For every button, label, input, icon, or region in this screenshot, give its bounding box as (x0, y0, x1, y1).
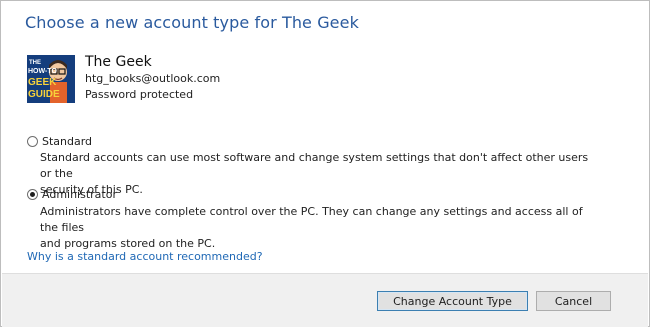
avatar-text-3: GEEK (28, 77, 57, 88)
standard-option[interactable]: Standard (27, 135, 92, 148)
standard-description-line-2: security of this PC. (40, 183, 143, 196)
user-name: The Geek (85, 54, 152, 70)
administrator-description: Administrators have complete control ove… (40, 204, 600, 252)
how-to-geek-guide-icon: THE HOW-TO GEEK GUIDE (27, 55, 75, 103)
administrator-option[interactable]: Administrator (27, 188, 117, 201)
standard-description: Standard accounts can use most software … (40, 150, 600, 198)
cancel-button[interactable]: Cancel (536, 291, 611, 311)
dialog-footer: Change Account Type Cancel (2, 273, 648, 327)
dialog-window: Choose a new account type for The Geek T… (0, 0, 650, 327)
help-link[interactable]: Why is a standard account recommended? (27, 250, 263, 263)
standard-label[interactable]: Standard (42, 135, 92, 148)
administrator-description-line-1: Administrators have complete control ove… (40, 205, 583, 234)
change-account-type-button[interactable]: Change Account Type (377, 291, 528, 311)
avatar-text-4: GUIDE (28, 89, 60, 100)
user-status: Password protected (85, 88, 194, 101)
standard-description-line-1: Standard accounts can use most software … (40, 151, 589, 180)
standard-radio[interactable] (27, 136, 38, 147)
administrator-label[interactable]: Administrator (42, 188, 117, 201)
administrator-radio[interactable] (27, 189, 38, 200)
dialog-title: Choose a new account type for The Geek (25, 13, 359, 32)
user-email: htg_books@outlook.com (85, 72, 221, 85)
avatar-text-2: HOW-TO (28, 68, 57, 75)
radio-selected-dot (30, 192, 35, 197)
avatar-text-1: THE (29, 60, 41, 66)
